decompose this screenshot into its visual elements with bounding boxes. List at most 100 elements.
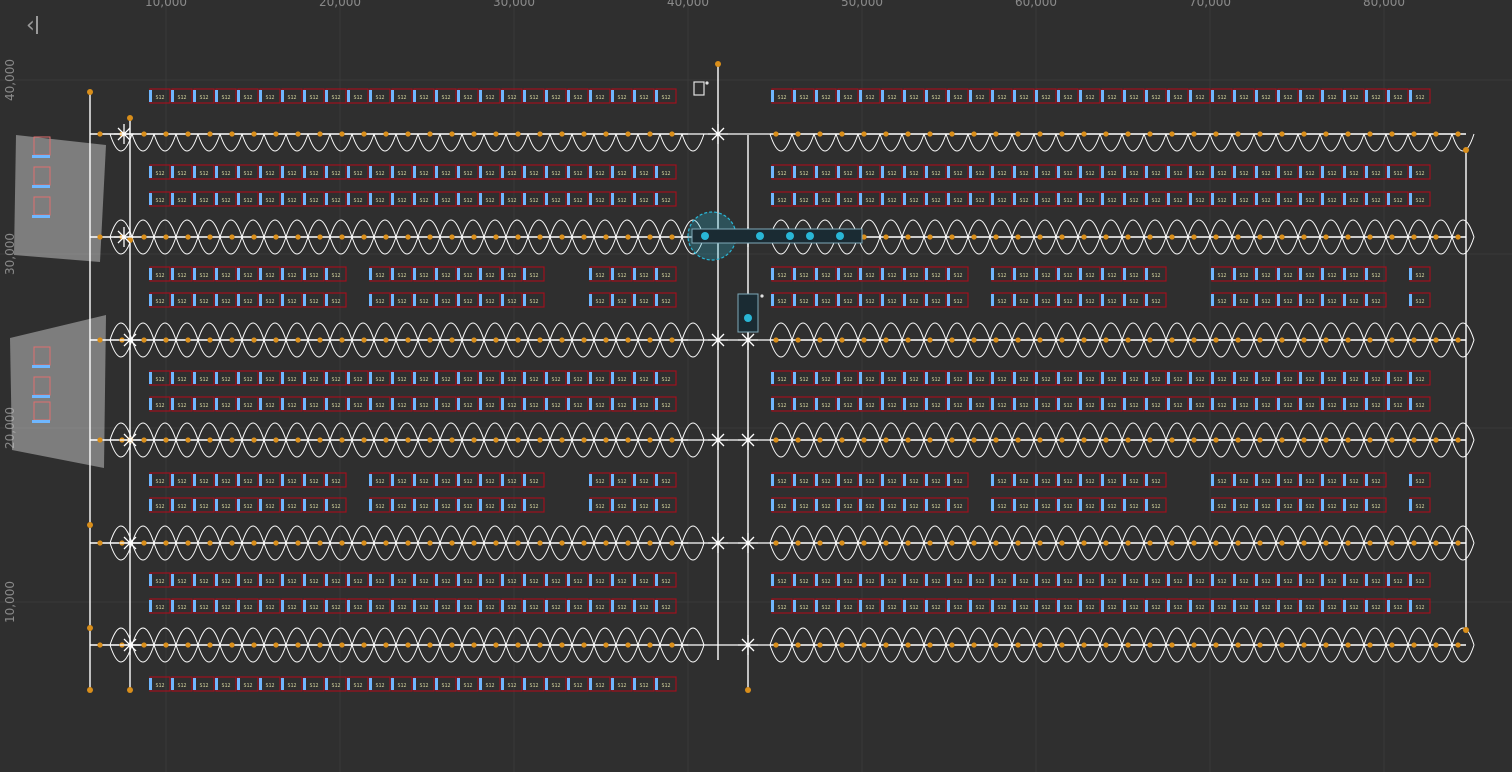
shelf-label: S12 <box>243 605 252 611</box>
shelf-label: S12 <box>1107 198 1116 204</box>
warehouse-map[interactable]: 10,000 20,000 30,000 40,000 50,000 60,000 70,0… <box>0 0 1512 772</box>
path-node <box>537 337 543 343</box>
shelf-label: S12 <box>507 683 516 689</box>
shelf-marker <box>837 398 840 410</box>
path-node <box>1257 131 1263 137</box>
path-node <box>141 131 147 137</box>
shelf-marker <box>1035 574 1038 586</box>
path-node <box>141 234 147 240</box>
shelf-marker <box>325 600 328 612</box>
path-node <box>427 540 433 546</box>
shelf-marker <box>793 398 796 410</box>
shelf-marker <box>1123 268 1126 280</box>
shelf-marker <box>149 474 152 486</box>
path-node <box>141 437 147 443</box>
path-node <box>1367 642 1373 648</box>
shelf-label: S12 <box>931 171 940 177</box>
shelf-marker <box>1189 193 1192 205</box>
shelf-label: S12 <box>887 273 896 279</box>
shelf-label: S12 <box>843 605 852 611</box>
shelf-label: S12 <box>155 683 164 689</box>
path-node <box>647 131 653 137</box>
shelf-marker <box>501 90 504 102</box>
shelf-label: S12 <box>287 579 296 585</box>
shelf-marker <box>815 499 818 511</box>
shelf-marker <box>903 474 906 486</box>
shelf-marker <box>1233 574 1236 586</box>
shelf-label: S12 <box>155 299 164 305</box>
shelf-marker <box>771 474 774 486</box>
shelf-label: S12 <box>1041 299 1050 305</box>
shelf-marker <box>171 166 174 178</box>
path-node <box>1433 437 1439 443</box>
shelf-marker <box>1321 574 1324 586</box>
path-node <box>839 540 845 546</box>
shelf-label: S12 <box>441 273 450 279</box>
shelf-label: S12 <box>551 95 560 101</box>
shelf-label: S12 <box>155 377 164 383</box>
shelf-label: S12 <box>661 299 670 305</box>
shelf-label: S12 <box>1261 273 1270 279</box>
shelf-marker <box>567 372 570 384</box>
path-node <box>1147 337 1153 343</box>
shelf-label: S12 <box>1415 198 1424 204</box>
shelf-marker <box>501 574 504 586</box>
shelf-label: S12 <box>843 479 852 485</box>
path-node <box>87 522 93 528</box>
arc-path <box>769 236 1475 255</box>
path-node <box>603 234 609 240</box>
path-node <box>1125 437 1131 443</box>
shelf-marker <box>991 193 994 205</box>
shelf-marker <box>1013 166 1016 178</box>
path-node <box>1455 234 1461 240</box>
shelf-marker <box>859 499 862 511</box>
shelf-label: S12 <box>997 504 1006 510</box>
shelf-marker <box>793 166 796 178</box>
map-viewport[interactable]: 10,000 20,000 30,000 40,000 50,000 60,000 70,0… <box>0 0 1512 772</box>
shelf-label: S12 <box>1019 579 1028 585</box>
path-node <box>339 540 345 546</box>
path-node <box>1301 131 1307 137</box>
path-node <box>839 131 845 137</box>
path-node <box>1367 437 1373 443</box>
path-node <box>927 540 933 546</box>
shelf-marker <box>1233 90 1236 102</box>
path-node <box>141 540 147 546</box>
shelf-label: S12 <box>1041 579 1050 585</box>
shelf-label: S12 <box>529 95 538 101</box>
path-node <box>515 337 521 343</box>
shelf-label: S12 <box>661 479 670 485</box>
collapse-left-icon[interactable]: ‹ <box>26 12 50 40</box>
shelf-marker <box>237 574 240 586</box>
shelf-marker <box>991 372 994 384</box>
arc-path <box>109 322 705 341</box>
path-node <box>207 234 213 240</box>
shelf-marker <box>149 574 152 586</box>
shelf-marker <box>501 166 504 178</box>
shelf-label: S12 <box>1195 605 1204 611</box>
shelf-label: S12 <box>1327 403 1336 409</box>
shelf-label: S12 <box>821 504 830 510</box>
x-tick-label: 20,000 <box>319 0 361 9</box>
shelf-label: S12 <box>419 403 428 409</box>
path-node <box>559 337 565 343</box>
shelf-marker <box>947 166 950 178</box>
junction-star <box>738 330 758 350</box>
shelf-label: S12 <box>441 504 450 510</box>
shelf-marker <box>259 294 262 306</box>
arc-path <box>109 219 705 238</box>
shelf-marker <box>1123 398 1126 410</box>
shelf-marker <box>633 574 636 586</box>
path-node <box>883 642 889 648</box>
shelf-label: S12 <box>265 377 274 383</box>
shelf-marker <box>1211 166 1214 178</box>
shelf-marker <box>391 499 394 511</box>
path-node <box>1389 131 1395 137</box>
shelf-marker <box>1343 474 1346 486</box>
arc-path <box>109 422 705 441</box>
path-node <box>993 234 999 240</box>
shelf-label: S12 <box>485 273 494 279</box>
shelf-label: S12 <box>1283 95 1292 101</box>
shelf-label: S12 <box>265 683 274 689</box>
path-node <box>581 437 587 443</box>
